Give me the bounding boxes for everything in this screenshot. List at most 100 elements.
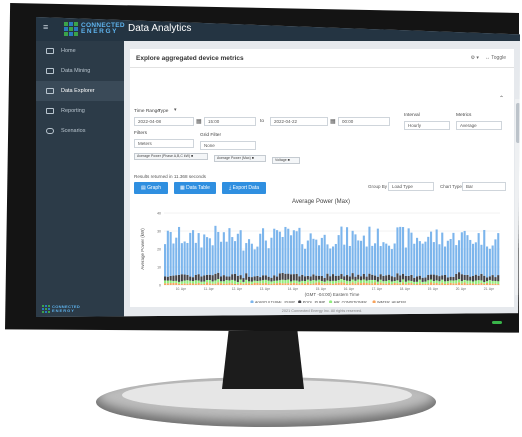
grid-filter-label: Grid Filter [200,133,222,138]
bar-segment [329,281,332,284]
bar-segment [312,238,315,275]
bar-segment [382,275,385,282]
bar-segment [217,282,220,285]
brand-logo[interactable]: CONNECTED ENERGY [64,20,125,38]
bar-segment [390,284,393,285]
end-date-field[interactable]: 2022-04-22 [270,117,328,126]
bar-segment [304,248,307,277]
bar-segment [228,276,231,281]
bar-segment [169,232,172,276]
start-date-field[interactable]: 2022-04-08 [134,117,194,126]
bar-segment [304,280,307,284]
bar-segment [334,280,337,284]
data-table-button[interactable]: ▦ Data Table [174,182,216,194]
chart-type-select[interactable]: Bar [462,182,506,191]
bar-segment [441,282,444,285]
bar-segment [365,276,368,281]
bar-segment [281,272,284,280]
sidebar-item-data-explorer[interactable]: Data Explorer [36,81,124,101]
bar-segment [452,276,455,281]
bar-segment [472,283,475,285]
scrollbar-thumb[interactable] [515,103,520,143]
bar-segment [287,283,290,285]
bar-segment [334,275,337,281]
x-tick-label: 15. Apr [316,287,327,291]
bar-segment [455,245,458,274]
sidebar-item-home[interactable]: Home [36,41,124,61]
bar-segment [374,282,377,285]
bar-segment [306,275,309,280]
bar-segment [346,275,349,281]
bar-segment [410,274,413,281]
grid-filter-select[interactable]: None [200,141,256,150]
settings-dropdown[interactable]: ⚙ ▾ [471,55,479,61]
bar-segment [178,281,181,284]
sidebar-item-scenarios[interactable]: Scenarios [36,121,124,141]
end-time-value: 00:00 [342,119,354,124]
bar-segment [362,282,365,285]
bar-segment [466,283,469,285]
chevron-down-icon[interactable]: ▾ [174,107,177,113]
bar-segment [418,275,421,280]
bar-segment [312,283,315,285]
bar-segment [379,279,382,283]
group-by-select[interactable]: Load Type [388,182,434,191]
bar-segment [208,274,211,280]
bar-segment [242,250,245,279]
bar-segment [208,238,211,275]
bar-segment [497,284,500,285]
sidebar-item-reporting[interactable]: Reporting [36,101,124,121]
bar-segment [334,243,337,276]
scrollbar[interactable] [515,99,520,295]
export-data-button[interactable]: ⤓ Export Data [222,182,266,194]
graph-button[interactable]: ▤ Graph [134,182,168,194]
bar-segment [267,276,270,281]
bar-segment [413,243,416,278]
bar-segment [379,246,382,275]
bar-segment [200,247,203,277]
legend-marker [372,300,376,303]
metric-chip[interactable]: Average Power (Max) ■ [214,155,266,162]
bar-segment [449,238,452,277]
sidebar-item-data-mining[interactable]: Data Mining [36,61,124,81]
bar-segment [427,236,430,276]
bar-segment [418,283,421,285]
collapse-icon[interactable]: ⌃ [499,95,504,102]
filter-by-select[interactable]: Meters [134,139,194,148]
bar-segment [194,283,197,285]
metrics-select[interactable]: Average [456,121,502,130]
sidebar-item-label: Data Mining [61,68,91,74]
bar-segment [343,280,346,283]
bar-segment [446,283,449,285]
bar-segment [374,275,377,281]
bar-segment [180,283,183,285]
bar-segment [222,275,225,282]
bar-segment [458,279,461,283]
metric-chip[interactable]: Average Power (Phase A,B,C kW) ■ [134,153,208,160]
hamburger-menu-icon[interactable]: ≡ [43,23,48,32]
stacked-bar-chart: 0 10 20 30 40 Average Power (kW) 10. Apr 11. Ap… [140,212,500,303]
logo-grid-icon [64,22,78,36]
legend-marker [298,300,302,303]
interval-select[interactable]: Hourly [404,121,450,130]
bar-segment [264,275,267,280]
bar-segment [418,279,421,284]
x-tick-label: 10. Apr [176,287,187,291]
bar-segment [432,242,435,275]
calendar-icon[interactable]: ▦ [196,118,202,125]
bar-segment [424,281,427,284]
bar-segment [390,249,393,277]
metric-chip[interactable]: Voltage ■ [272,157,300,164]
calendar-icon[interactable]: ▦ [330,118,336,125]
bar-segment [354,283,357,285]
bar-segment [446,277,449,282]
start-time-field[interactable]: 15:00 [204,117,256,126]
end-time-field[interactable]: 00:00 [338,117,390,126]
bar-segment [292,280,295,283]
bar-segment [432,281,435,284]
bar-segment [430,274,433,280]
toggle-button[interactable]: ↔ Toggle [485,55,506,61]
bar-segment [231,237,234,275]
bar-segment [323,281,326,284]
bar-segment [323,277,326,282]
